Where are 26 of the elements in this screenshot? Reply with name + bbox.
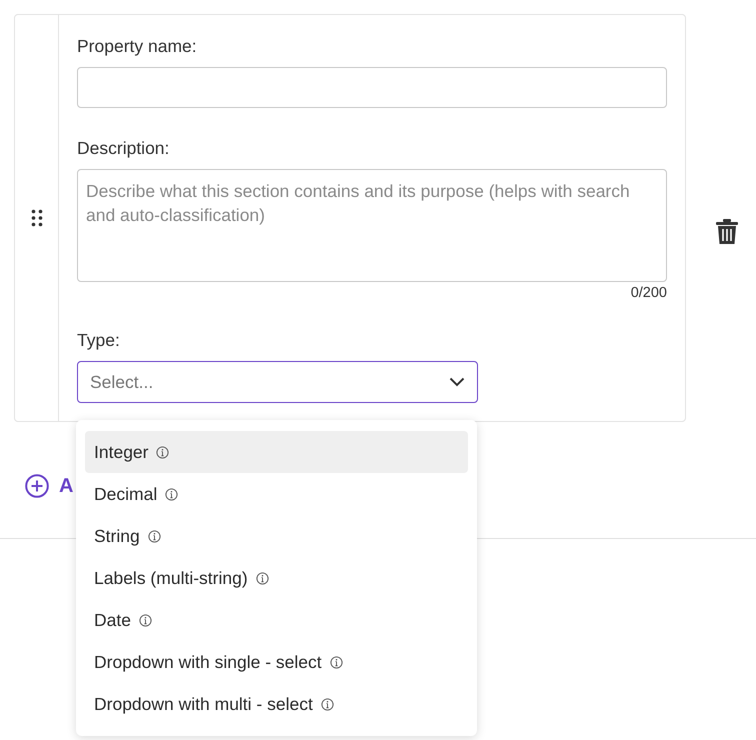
field-label: Type: [77, 329, 121, 351]
menu-option[interactable]: Integer [85, 431, 468, 473]
trash-icon[interactable] [716, 219, 738, 245]
description-field[interactable]: Describe what this section contains and its purpose (helps with search and auto-classification) [77, 169, 667, 282]
field-label: Property name: [77, 35, 198, 57]
type-select[interactable]: Select... [77, 361, 478, 403]
chevron-down-icon [449, 377, 465, 387]
menu-option[interactable]: Dropdown with multi - select [85, 683, 468, 725]
info-icon [320, 698, 334, 710]
menu-option[interactable]: Dropdown with single - select [85, 641, 468, 683]
drag-handle-icon[interactable] [30, 209, 42, 227]
field-label: Description: [77, 137, 170, 159]
info-icon [156, 446, 170, 458]
info-icon [148, 530, 161, 542]
menu-option[interactable]: Date [85, 599, 468, 641]
character-counter: 0/200 [630, 285, 667, 301]
plus-circle-icon [25, 474, 49, 498]
info-icon [256, 572, 269, 584]
info-icon [330, 656, 343, 668]
info-icon [138, 614, 152, 626]
add-property-link[interactable]: A [25, 474, 74, 498]
menu-option[interactable]: String [85, 515, 468, 557]
menu-option[interactable]: Decimal [85, 473, 468, 515]
info-icon [165, 488, 178, 500]
input-field[interactable] [77, 67, 667, 108]
menu-option[interactable]: Labels (multi-string) [85, 557, 468, 599]
